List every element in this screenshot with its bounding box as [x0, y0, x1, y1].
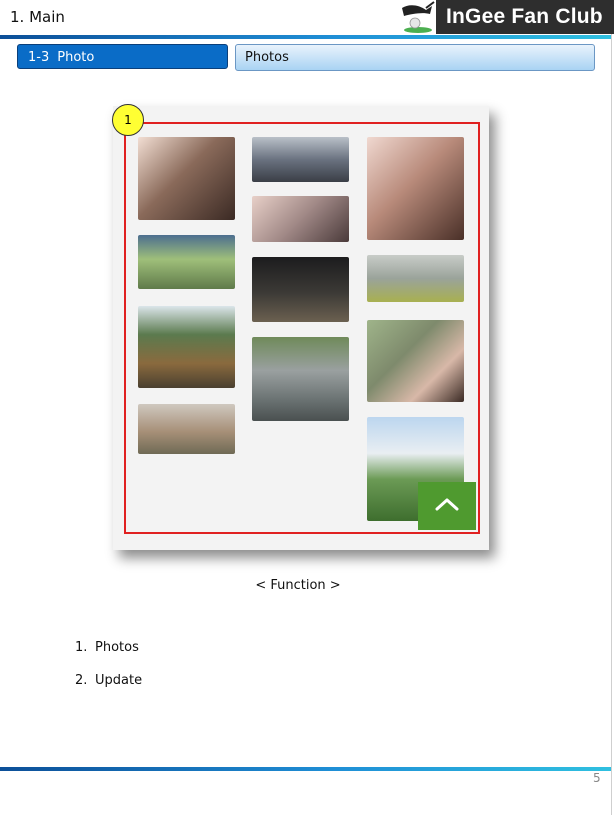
header-divider: [0, 35, 611, 39]
list-label: Update: [95, 673, 143, 688]
section-subtitle: Photos: [245, 50, 289, 65]
list-number: 2.: [75, 673, 88, 688]
list-number: 1.: [75, 640, 88, 655]
function-list-item: 1. Photos: [75, 640, 139, 655]
footer-divider: [0, 767, 611, 771]
golf-logo-icon: [396, 0, 436, 34]
function-list-item: 2. Update: [75, 673, 142, 688]
section-number: 1-3: [28, 50, 50, 65]
brand-logo: InGee Fan Club: [396, 0, 614, 34]
figure-caption: < Function >: [255, 578, 341, 593]
callout-marker-1: 1: [112, 104, 144, 136]
logo-text: InGee Fan Club: [446, 5, 603, 28]
page-title: 1. Main: [10, 8, 65, 26]
page-number: 5: [593, 771, 601, 785]
list-label: Photos: [95, 640, 139, 655]
section-label: Photo: [57, 50, 95, 65]
section-tab-photos: Photos: [235, 44, 595, 71]
section-tab-photo: 1-3 Photo: [17, 44, 228, 69]
chevron-up-icon: [434, 496, 460, 516]
scroll-top-button[interactable]: [418, 482, 476, 530]
page-edge-line: [611, 0, 612, 815]
highlight-frame: [124, 122, 480, 534]
